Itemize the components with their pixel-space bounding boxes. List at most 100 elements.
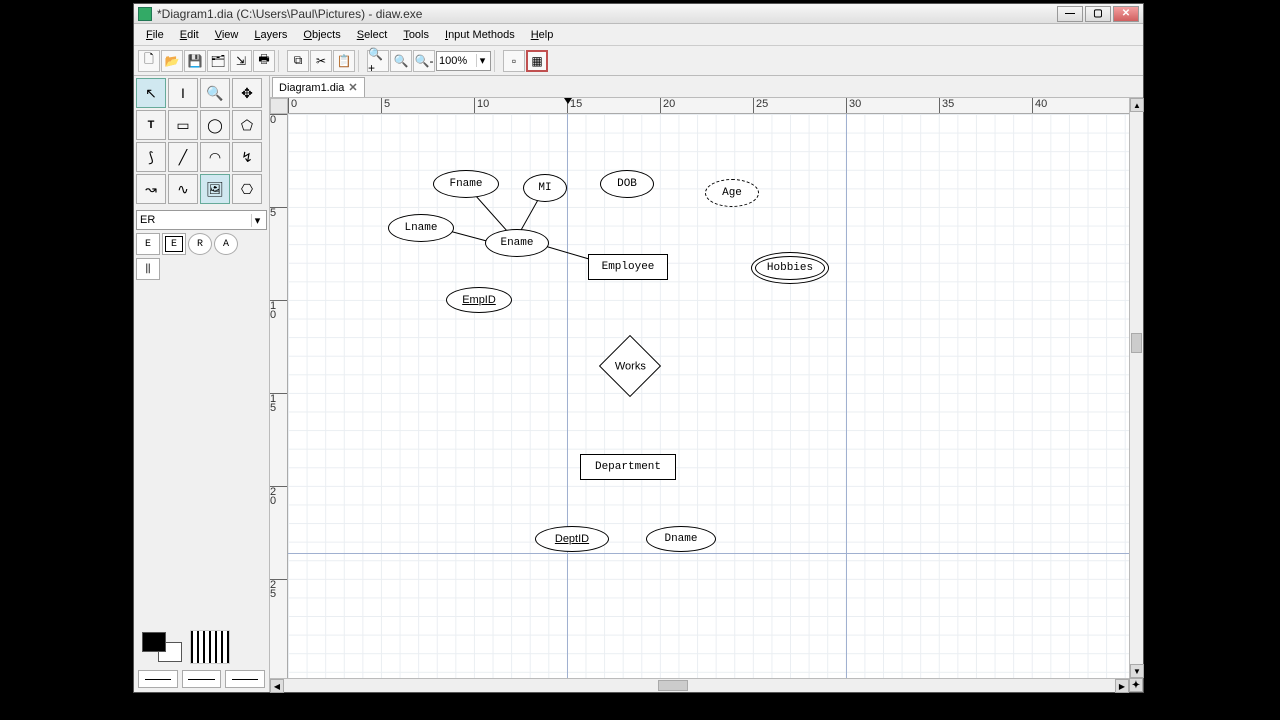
text-tool[interactable]: T [136,110,166,140]
box-tool[interactable]: ▭ [168,110,198,140]
er-attribute-age[interactable]: Age [705,179,759,207]
window-title: *Diagram1.dia (C:\Users\Paul\Pictures) -… [157,7,1057,21]
zoom-out-button[interactable]: 🔍- [413,50,435,72]
er-entity-button[interactable]: E [136,233,160,255]
er-entity-department[interactable]: Department [580,454,676,480]
polyline-tool[interactable]: ↝ [136,174,166,204]
er-attribute-deptid[interactable]: DeptID [535,526,609,552]
menu-edit[interactable]: Edit [172,26,207,44]
er-attribute-dname[interactable]: Dname [646,526,716,552]
ruler-tick: 10 [474,98,489,114]
scroll-tool[interactable]: ✥ [232,78,262,108]
save-as-button[interactable]: 🗂 [207,50,229,72]
zoom-fit-button[interactable]: 🔍 [390,50,412,72]
er-attribute-button[interactable]: A [214,233,238,255]
er-relationship-button[interactable]: R [188,233,212,255]
color-swatch[interactable] [140,630,184,664]
menu-file[interactable]: File [138,26,172,44]
zoom-in-button[interactable]: 🔍+ [367,50,389,72]
line-style-button[interactable] [182,670,222,688]
arrow-style-button[interactable] [225,670,265,688]
line-tool[interactable]: ╱ [168,142,198,172]
menu-view[interactable]: View [207,26,247,44]
zoom-value: 100% [439,55,476,67]
fg-color[interactable] [142,632,166,652]
export-button[interactable]: ⇲ [230,50,252,72]
new-file-button[interactable]: 🗋 [138,50,160,72]
ruler-tick: 0 [288,98,297,114]
ellipse-tool[interactable]: ◯ [200,110,230,140]
content-row: ↖ I 🔍 ✥ T ▭ ◯ ⬠ ⟆ ╱ ◠ ↯ ↝ ∿ 🖼 ⎔ ER ▾ [134,76,1143,692]
menu-layers[interactable]: Layers [246,26,295,44]
beziergon-tool[interactable]: ⟆ [136,142,166,172]
er-attribute-ename[interactable]: Ename [485,229,549,257]
scroll-up-button[interactable]: ▲ [1130,98,1144,112]
er-attribute-dob[interactable]: DOB [600,170,654,198]
snap-grid-button[interactable]: ▦ [526,50,548,72]
pointer-tool[interactable]: ↖ [136,78,166,108]
polygon-tool[interactable]: ⬠ [232,110,262,140]
line-width-button[interactable] [138,670,178,688]
scroll-thumb[interactable] [658,680,688,691]
minimize-button[interactable]: — [1057,6,1083,22]
outline-tool[interactable]: ⎔ [232,174,262,204]
horizontal-ruler: 0 5 10 15 20 25 30 35 40 [288,98,1129,114]
menu-help[interactable]: Help [523,26,562,44]
line-pattern-swatch[interactable] [190,630,230,664]
scroll-down-button[interactable]: ▼ [1130,664,1144,678]
ruler-tick: 0 [270,114,288,125]
chevron-down-icon[interactable]: ▾ [251,214,263,227]
ruler-cursor-marker [564,98,572,104]
er-weak-entity-button[interactable]: E [162,233,186,255]
ruler-tick: 35 [939,98,954,114]
navigator-button[interactable]: ✦ [1129,678,1143,692]
save-file-button[interactable]: 💾 [184,50,206,72]
menu-objects[interactable]: Objects [295,26,348,44]
er-attribute-fname[interactable]: Fname [433,170,499,198]
open-file-button[interactable]: 📂 [161,50,183,72]
text-edit-tool[interactable]: I [168,78,198,108]
arc-tool[interactable]: ◠ [200,142,230,172]
sheet-selector[interactable]: ER ▾ [136,210,267,230]
window-controls: — ▢ ✕ [1057,6,1139,22]
vertical-scrollbar[interactable]: ▲ ▼ [1129,98,1143,678]
scroll-track[interactable] [1130,112,1143,664]
chevron-down-icon[interactable]: ▾ [476,54,488,67]
er-participation-button[interactable]: ‖ [136,258,160,280]
close-button[interactable]: ✕ [1113,6,1139,22]
scroll-thumb[interactable] [1131,333,1142,353]
ruler-tick: 25 [753,98,768,114]
er-attribute-lname[interactable]: Lname [388,214,454,242]
er-shape-row2: ‖ [136,258,267,280]
zoom-combo[interactable]: 100% ▾ [436,51,491,71]
er-attribute-hobbies[interactable]: Hobbies [755,256,825,280]
document-tab[interactable]: Diagram1.dia ✕ [272,77,365,97]
cut-button[interactable]: ✂ [310,50,332,72]
horizontal-scrollbar[interactable]: ◀ ▶ [270,678,1129,692]
ruler-tick: 5 [381,98,390,114]
menu-input-methods[interactable]: Input Methods [437,26,523,44]
scroll-right-button[interactable]: ▶ [1115,679,1129,693]
menu-select[interactable]: Select [349,26,396,44]
er-entity-employee[interactable]: Employee [588,254,668,280]
tab-close-icon[interactable]: ✕ [348,81,357,94]
maximize-button[interactable]: ▢ [1085,6,1111,22]
bezier-tool[interactable]: ∿ [168,174,198,204]
image-tool[interactable]: 🖼 [200,174,230,204]
page-break-line [288,553,1129,554]
er-attribute-mi[interactable]: MI [523,174,567,202]
scroll-left-button[interactable]: ◀ [270,679,284,693]
menu-tools[interactable]: Tools [395,26,437,44]
scroll-track[interactable] [284,679,1115,692]
zigzag-tool[interactable]: ↯ [232,142,262,172]
print-button[interactable]: 🖶 [253,50,275,72]
copy-button[interactable]: ⧉ [287,50,309,72]
ruler-tick: 25 [270,579,288,599]
toolbar-separator [278,50,284,72]
snap-object-button[interactable]: ▫ [503,50,525,72]
er-attribute-empid[interactable]: EmpID [446,287,512,313]
paste-button[interactable]: 📋 [333,50,355,72]
magnify-tool[interactable]: 🔍 [200,78,230,108]
drawing-canvas[interactable]: Fname MI Lname Ename DOB Age Hobbies Emp… [288,114,1129,678]
titlebar: *Diagram1.dia (C:\Users\Paul\Pictures) -… [134,4,1143,24]
